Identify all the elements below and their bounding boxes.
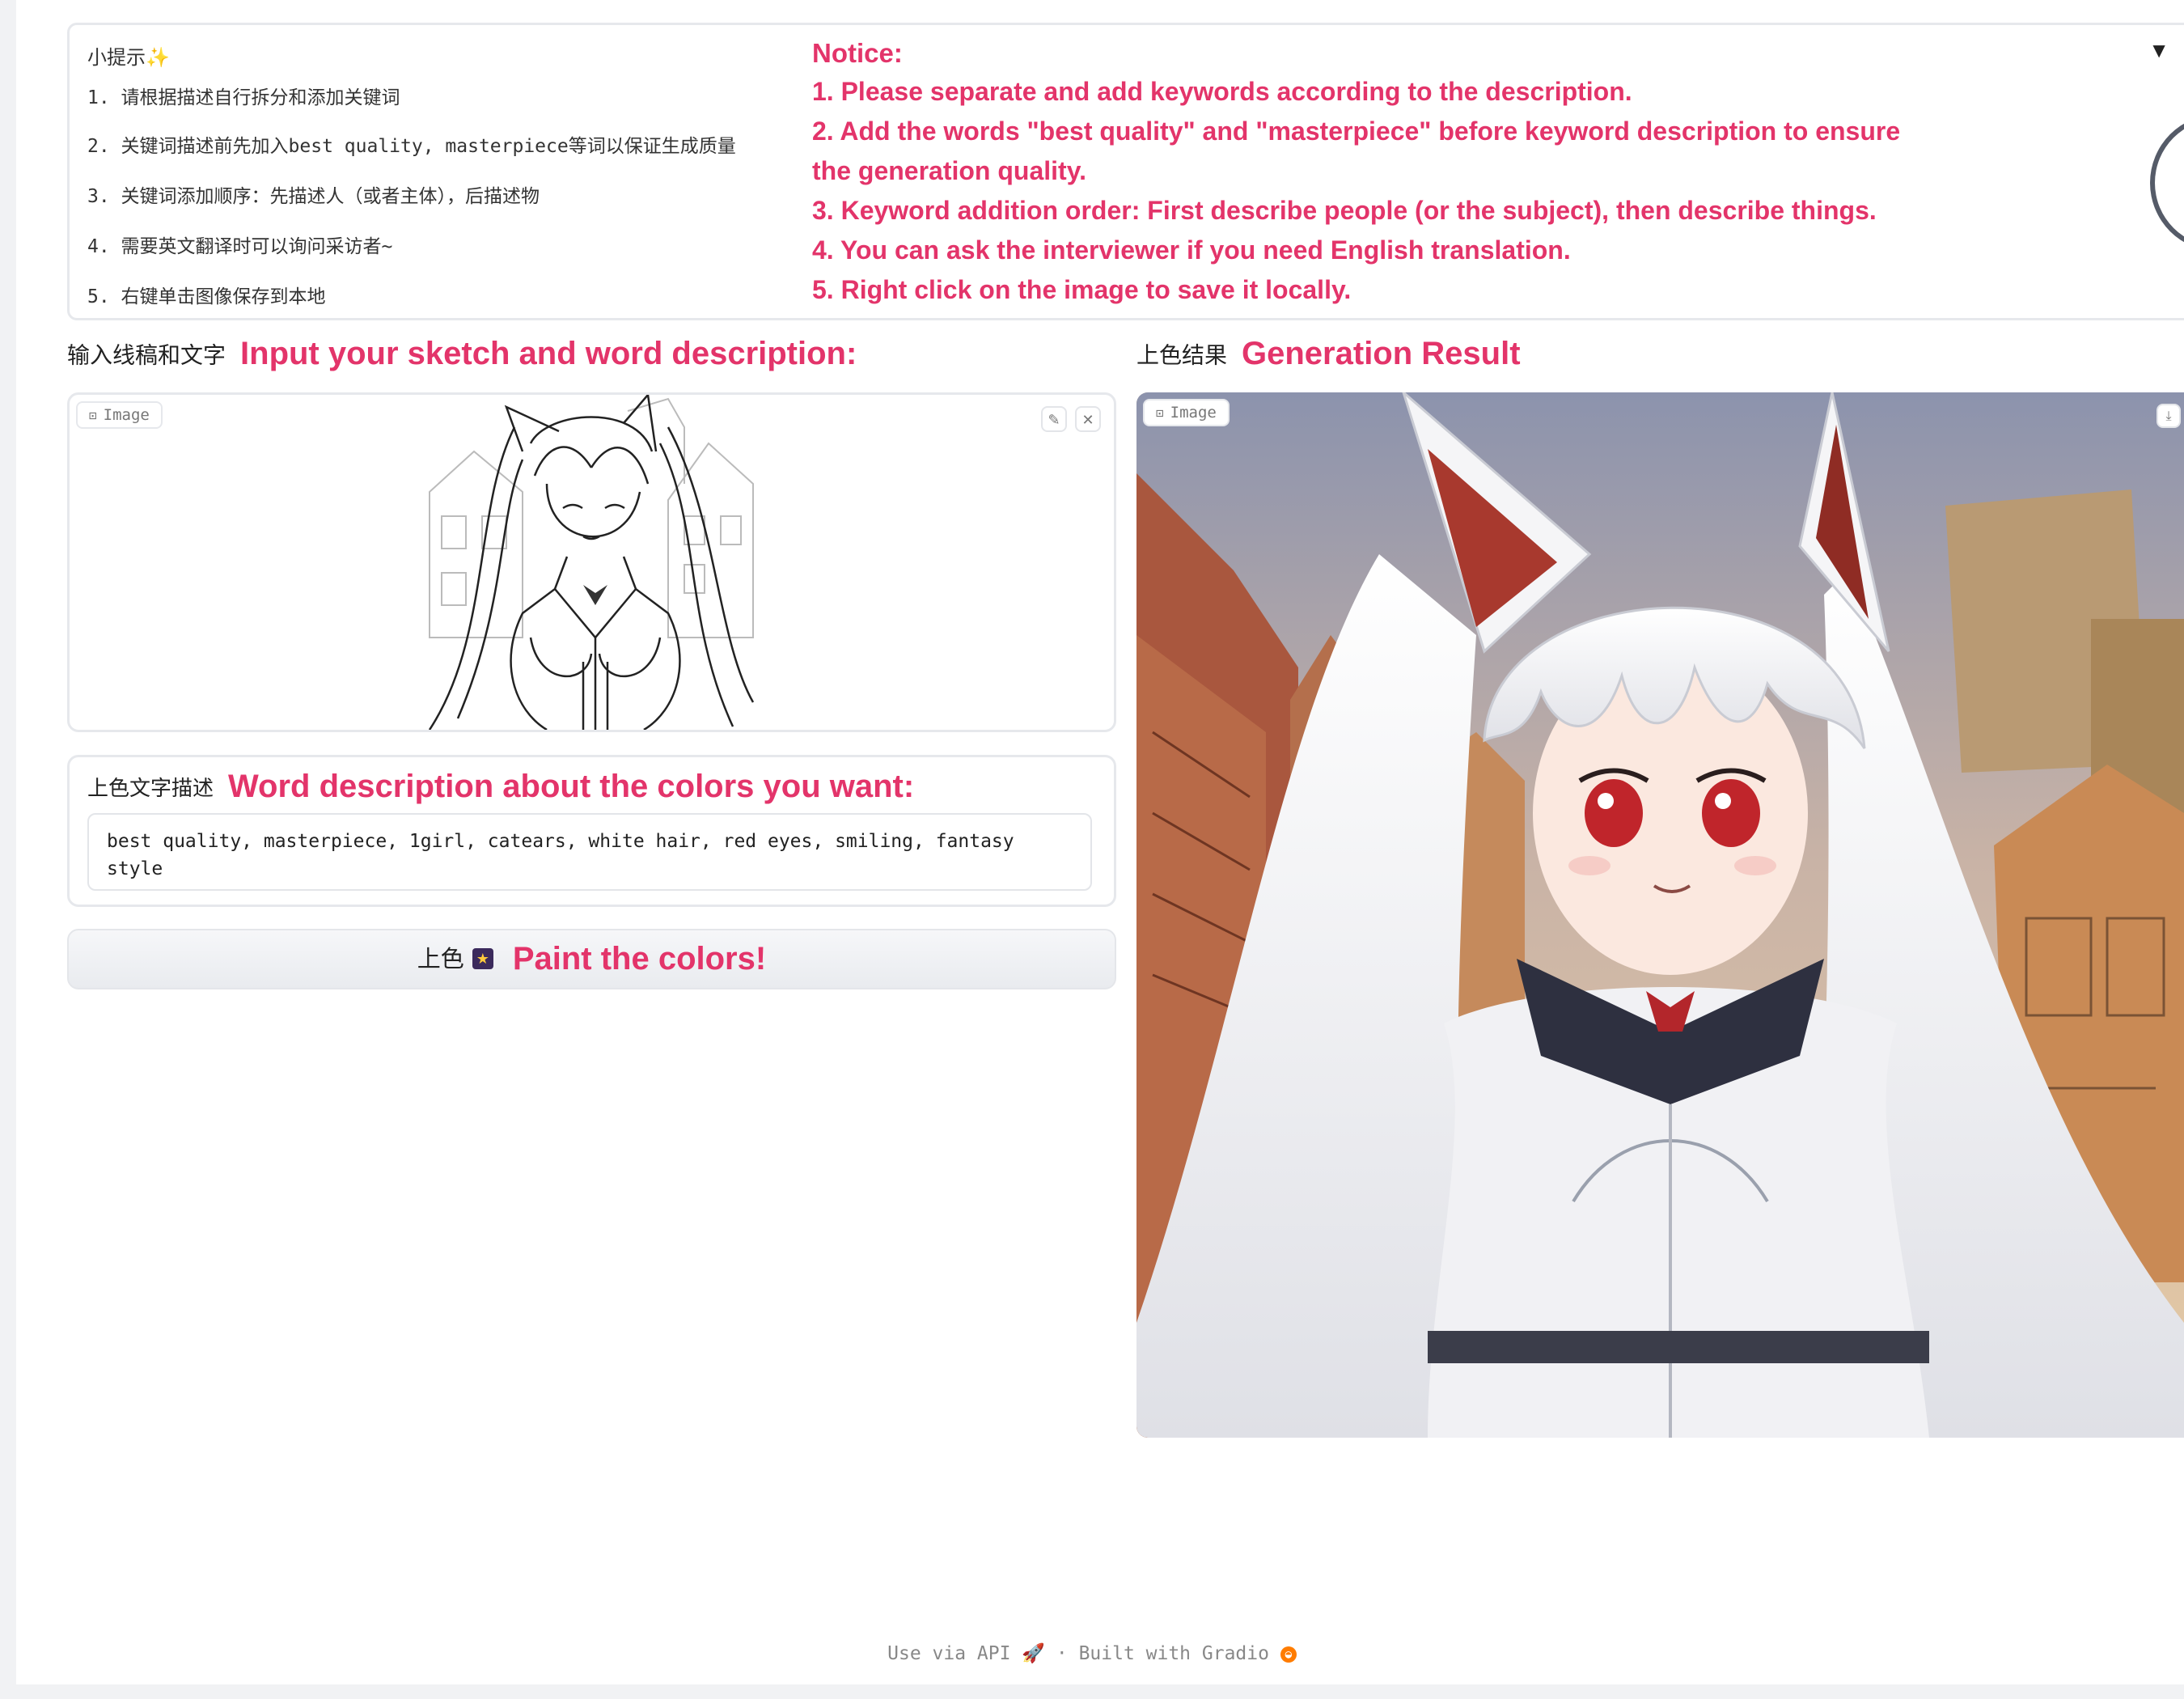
generation-result-image[interactable]: ⊡ Image ⤓ [1136,392,2184,1438]
image-icon: ⊡ [1156,405,1164,421]
input-label-en: Input your sketch and word description: [240,336,857,371]
description-heading: 上色文字描述 Word description about the colors … [87,769,914,805]
notice-line: 3. Keyword addition order: First describ… [812,196,1877,225]
result-image [1136,392,2184,1438]
output-section-heading: 上色结果 Generation Result [1136,336,1521,372]
input-section-heading: 输入线稿和文字 Input your sketch and word descri… [67,336,857,372]
image-badge-label: Image [103,406,150,424]
output-label-cn: 上色结果 [1136,341,1228,369]
notice-line: 5. Right click on the image to save it l… [812,275,1352,304]
footer: Use via API 🚀 · Built with Gradio ◒ [0,1642,2184,1664]
color-description-block: 上色文字描述 Word description about the colors … [67,755,1116,907]
built-with-gradio-link[interactable]: Built with Gradio [1079,1643,1269,1664]
rocket-icon: 🚀 [1022,1643,1045,1664]
footer-separator: · [1056,1643,1068,1664]
image-badge: ⊡ Image [76,401,163,429]
prompt-textarea[interactable]: best quality, masterpiece, 1girl, catear… [87,813,1092,891]
notice-line: 4. You can ask the interviewer if you ne… [812,235,1571,265]
page-left-edge [0,0,16,1699]
paint-colors-button[interactable]: 上色 ★ Paint the colors! [67,929,1116,989]
use-via-api-link[interactable]: Use via API [887,1643,1010,1664]
star-icon: ★ [472,948,493,969]
partial-circle-decoration [2150,114,2184,252]
input-label-cn: 输入线稿和文字 [67,341,226,369]
image-badge-label: Image [1170,404,1217,422]
output-label-en: Generation Result [1242,336,1521,371]
tip-item: 4. 需要英文翻译时可以询问采访者~ [87,236,393,257]
tip-item: 1. 请根据描述自行拆分和添加关键词 [87,87,400,108]
gradio-logo-icon: ◒ [1280,1646,1297,1663]
close-icon[interactable]: ✕ [1075,406,1101,432]
notice-title: Notice: [812,38,903,68]
download-icon[interactable]: ⤓ [2156,404,2181,428]
description-label-en: Word description about the colors you wa… [228,769,915,804]
paint-label-en: Paint the colors! [512,941,767,977]
tips-title: 小提示✨ [87,46,170,69]
notice-panel: 小提示✨ 1. 请根据描述自行拆分和添加关键词 2. 关键词描述前先加入best… [67,23,2184,320]
notice-line: the generation quality. [812,156,1086,185]
image-badge: ⊡ Image [1143,399,1230,426]
notice-line: 1. Please separate and add keywords acco… [812,77,1632,106]
collapse-triangle-icon[interactable]: ▼ [2148,38,2169,63]
notice-line: 2. Add the words "best quality" and "mas… [812,117,1901,146]
image-icon: ⊡ [89,408,97,423]
description-label-cn: 上色文字描述 [87,777,214,801]
paint-label-cn: 上色 [417,945,464,972]
page-bottom-edge [0,1684,2184,1699]
edit-icon[interactable]: ✎ [1041,406,1067,432]
tip-item: 5. 右键单击图像保存到本地 [87,286,326,307]
tip-item: 3. 关键词添加顺序：先描述人（或者主体），后描述物 [87,186,540,207]
tip-item: 2. 关键词描述前先加入best quality, masterpiece等词以… [87,136,736,157]
sketch-image [425,395,757,730]
sketch-image-input[interactable]: ⊡ Image ✎ ✕ [67,392,1116,732]
